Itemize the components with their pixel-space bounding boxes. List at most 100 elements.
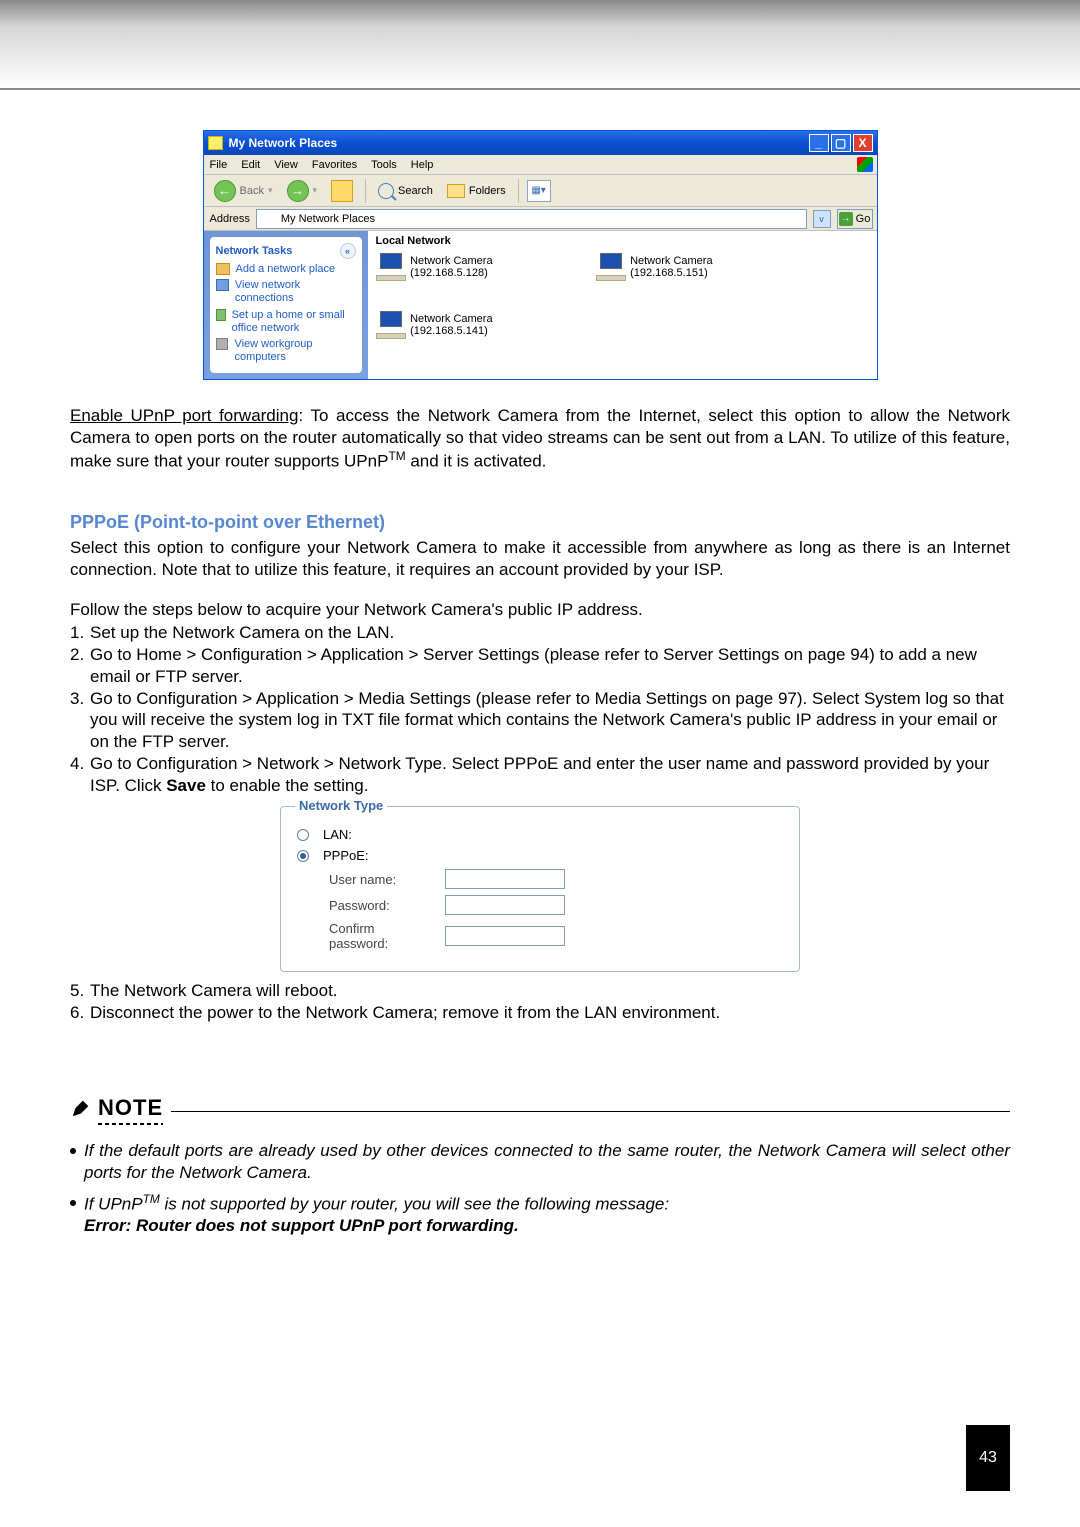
network-tasks-panel: Network Tasks « Add a network place View…: [210, 237, 362, 373]
menu-view[interactable]: View: [274, 159, 298, 171]
pppoe-intro: Select this option to configure your Net…: [70, 537, 1010, 581]
network-camera-item[interactable]: Network Camera (192.168.5.151): [596, 253, 786, 281]
pen-icon: [70, 1097, 92, 1119]
network-camera-item[interactable]: Network Camera (192.168.5.128): [376, 253, 566, 281]
username-label: User name:: [297, 872, 437, 887]
menu-favorites[interactable]: Favorites: [312, 159, 357, 171]
radio-lan[interactable]: [297, 829, 309, 841]
step-1: 1.Set up the Network Camera on the LAN.: [70, 622, 1010, 644]
address-label: Address: [210, 213, 250, 225]
menu-tools[interactable]: Tools: [371, 159, 397, 171]
collapse-button[interactable]: «: [340, 243, 356, 259]
workgroup-icon: [216, 338, 229, 350]
camera-icon: [376, 311, 405, 339]
lan-radio-row[interactable]: LAN:: [297, 827, 783, 842]
tm-superscript: TM: [143, 1192, 160, 1206]
pppoe-end-steps: 5.The Network Camera will reboot. 6.Disc…: [70, 980, 1010, 1024]
folders-button[interactable]: Folders: [443, 182, 510, 200]
network-camera-item[interactable]: Network Camera (192.168.5.141): [376, 311, 566, 339]
search-label: Search: [398, 185, 433, 197]
maximize-button[interactable]: ▢: [831, 134, 851, 152]
confirm-input[interactable]: [445, 926, 565, 946]
note-item-2: If UPnPTM is not supported by your route…: [70, 1192, 1010, 1237]
add-place-icon: [216, 263, 230, 275]
upnp-lead: Enable UPnP port forwarding: [70, 406, 298, 425]
pppoe-heading: PPPoE (Point-to-point over Ethernet): [70, 512, 1010, 533]
note-upnp-a: If UPnP: [84, 1194, 143, 1213]
link-label: View workgroup computers: [234, 338, 355, 364]
step-text: Go to Configuration > Network > Network …: [90, 753, 1010, 797]
back-label: Back: [240, 185, 264, 197]
go-arrow-icon: →: [839, 212, 853, 226]
forward-button[interactable]: → ▾: [283, 178, 322, 204]
back-dropdown-icon: ▾: [268, 185, 273, 196]
up-folder-icon: [331, 180, 353, 202]
note-block: NOTE If the default ports are already us…: [70, 1094, 1010, 1237]
forward-arrow-icon: →: [287, 180, 309, 202]
up-button[interactable]: [327, 178, 357, 204]
windows-flag-icon: [857, 157, 873, 172]
search-icon: [378, 183, 394, 199]
network-tasks-header: Network Tasks: [216, 245, 293, 257]
toolbar-separator-2: [518, 179, 519, 203]
view-connections-link[interactable]: View network connections: [216, 279, 356, 305]
pppoe-label: PPPoE:: [323, 848, 369, 863]
back-button[interactable]: ← Back ▾: [210, 178, 277, 204]
window-titlebar: My Network Places _ ▢ X: [204, 131, 877, 155]
bullet-icon: [70, 1148, 76, 1154]
link-label: Add a network place: [236, 263, 336, 276]
address-field[interactable]: My Network Places: [256, 209, 807, 229]
go-button[interactable]: → Go: [837, 209, 873, 229]
bullet-icon: [70, 1200, 76, 1206]
step-2: 2.Go to Home > Configuration > Applicati…: [70, 644, 1010, 688]
go-label: Go: [856, 213, 871, 225]
page-top-gradient: [0, 0, 1080, 90]
confirm-label: Confirm password:: [297, 921, 437, 951]
step-text: Set up the Network Camera on the LAN.: [90, 622, 394, 644]
minimize-button[interactable]: _: [809, 134, 829, 152]
password-label: Password:: [297, 898, 437, 913]
views-button[interactable]: ▦▾: [527, 180, 551, 202]
network-type-panel: Network Type LAN: PPPoE: User name: Pass…: [280, 806, 800, 972]
camera-icon: [376, 253, 405, 281]
lan-label: LAN:: [323, 827, 352, 842]
folders-icon: [447, 184, 465, 198]
view-workgroup-link[interactable]: View workgroup computers: [216, 338, 356, 364]
pppoe-radio-row[interactable]: PPPoE:: [297, 848, 783, 863]
step-3: 3.Go to Configuration > Application > Me…: [70, 688, 1010, 753]
menu-edit[interactable]: Edit: [241, 159, 260, 171]
close-button[interactable]: X: [853, 134, 873, 152]
radio-pppoe[interactable]: [297, 850, 309, 862]
back-arrow-icon: ←: [214, 180, 236, 202]
page-number: 43: [966, 1425, 1010, 1491]
username-input[interactable]: [445, 869, 565, 889]
item-label: Network Camera (192.168.5.141): [410, 313, 565, 337]
link-label: View network connections: [235, 279, 356, 305]
step-text: The Network Camera will reboot.: [90, 980, 338, 1002]
search-button[interactable]: Search: [374, 181, 437, 201]
toolbar: ← Back ▾ → ▾ Search Folders ▦▾: [204, 175, 877, 207]
address-bar: Address My Network Places v → Go: [204, 207, 877, 231]
toolbar-separator: [365, 179, 366, 203]
password-input[interactable]: [445, 895, 565, 915]
item-label: Network Camera (192.168.5.128): [410, 255, 565, 279]
tm-superscript: TM: [388, 449, 405, 463]
network-places-icon: [208, 136, 223, 150]
local-network-header: Local Network: [376, 235, 869, 247]
step-4: 4.Go to Configuration > Network > Networ…: [70, 753, 1010, 797]
note-header: NOTE: [98, 1094, 163, 1122]
add-network-place-link[interactable]: Add a network place: [216, 263, 356, 276]
upnp-text-b: and it is activated.: [406, 451, 547, 470]
menu-file[interactable]: File: [210, 159, 228, 171]
address-dropdown-button[interactable]: v: [813, 210, 831, 228]
note-text: If the default ports are already used by…: [84, 1140, 1010, 1184]
upnp-paragraph: Enable UPnP port forwarding: To access t…: [70, 405, 1010, 472]
pppoe-follow: Follow the steps below to acquire your N…: [70, 599, 1010, 621]
pppoe-steps: 1.Set up the Network Camera on the LAN. …: [70, 622, 1010, 796]
save-bold: Save: [166, 776, 206, 795]
step-text: Disconnect the power to the Network Came…: [90, 1002, 720, 1024]
main-pane: Local Network Network Camera (192.168.5.…: [368, 231, 877, 379]
note-text: If UPnPTM is not supported by your route…: [84, 1192, 669, 1237]
setup-network-link[interactable]: Set up a home or small office network: [216, 309, 356, 335]
menu-help[interactable]: Help: [411, 159, 434, 171]
